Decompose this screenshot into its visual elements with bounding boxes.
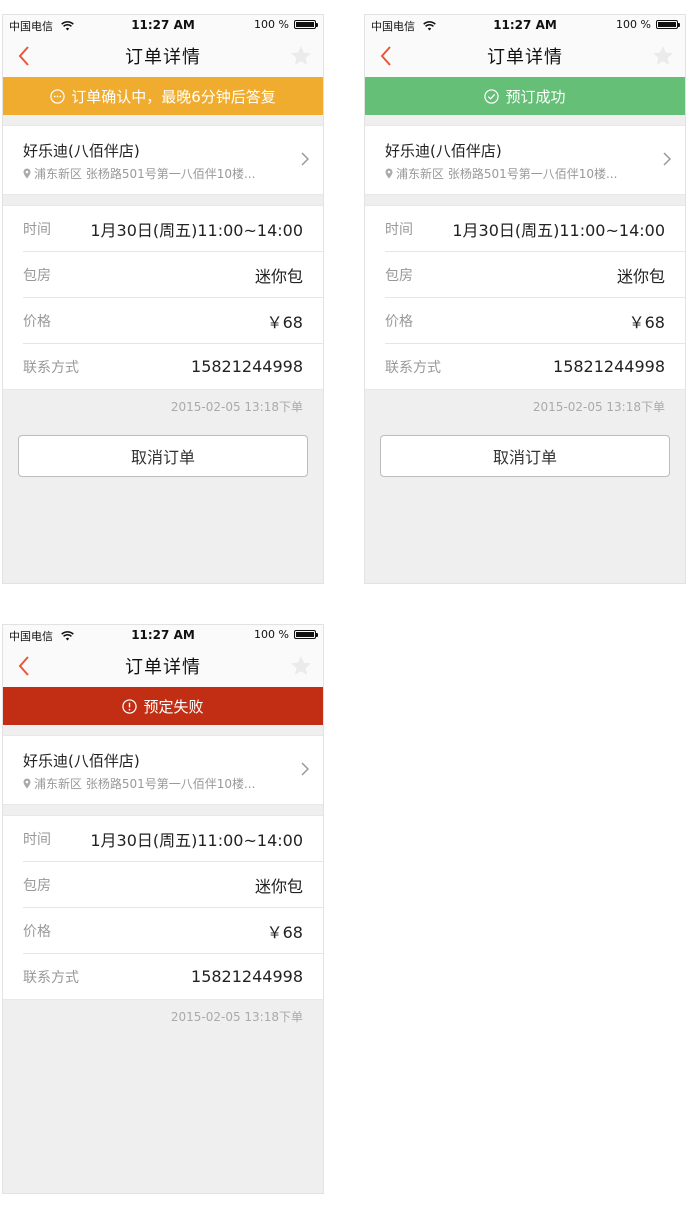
info-value: 1月30日(周五)11:00~14:00	[90, 220, 303, 240]
battery-icon	[294, 630, 318, 639]
phone-screen-failed: 中国电信 11:27 AM 100 % 订单详情 预定失败 好乐迪(八佰伴店) …	[2, 624, 324, 1194]
chevron-left-icon	[18, 656, 29, 676]
cancel-order-button[interactable]: 取消订单	[380, 435, 670, 477]
nav-bar: 订单详情	[3, 35, 323, 77]
chevron-left-icon	[380, 46, 391, 66]
info-value: 迷你包	[616, 266, 665, 286]
info-row-room: 包房 迷你包	[23, 252, 323, 298]
star-icon[interactable]	[289, 654, 313, 678]
shop-card[interactable]: 好乐迪(八佰伴店) 浦东新区 张杨路501号第一八佰伴10楼...	[3, 125, 323, 195]
info-label: 价格	[23, 923, 51, 940]
nav-bar: 订单详情	[365, 35, 685, 77]
info-row-time: 时间 1月30日(周五)11:00~14:00	[23, 816, 323, 862]
info-row-contact: 联系方式 15821244998	[385, 344, 685, 389]
shop-name: 好乐迪(八佰伴店)	[385, 142, 502, 160]
check-circle-icon	[484, 88, 500, 104]
shop-address: 浦东新区 张杨路501号第一八佰伴10楼...	[385, 165, 617, 182]
star-icon[interactable]	[651, 44, 675, 68]
battery-icon	[294, 20, 318, 29]
back-button[interactable]	[11, 653, 37, 679]
chevron-right-icon	[301, 152, 309, 166]
info-label: 包房	[385, 267, 413, 284]
info-label: 价格	[385, 313, 413, 330]
exclamation-circle-icon	[122, 698, 138, 714]
cancel-order-button[interactable]: 取消订单	[18, 435, 308, 477]
shop-address: 浦东新区 张杨路501号第一八佰伴10楼...	[23, 165, 255, 182]
info-value: 15821244998	[191, 967, 303, 986]
info-label: 时间	[385, 221, 413, 238]
shop-address-text: 浦东新区 张杨路501号第一八佰伴10楼...	[34, 777, 256, 791]
order-timestamp: 2015-02-05 13:18下单	[532, 400, 665, 414]
info-row-contact: 联系方式 15821244998	[23, 954, 323, 999]
location-pin-icon	[23, 168, 31, 179]
star-icon[interactable]	[289, 44, 313, 68]
info-label: 包房	[23, 267, 51, 284]
info-value: ￥68	[266, 312, 303, 332]
battery-percent: 100 %	[254, 628, 289, 641]
info-value: ￥68	[266, 922, 303, 942]
info-row-room: 包房 迷你包	[23, 862, 323, 908]
shop-name: 好乐迪(八佰伴店)	[23, 142, 140, 160]
info-row-price: 价格 ￥68	[385, 298, 685, 344]
info-value: 迷你包	[254, 266, 303, 286]
page-title: 订单详情	[125, 47, 201, 68]
chevron-right-icon	[663, 152, 671, 166]
info-label: 包房	[23, 877, 51, 894]
info-label: 联系方式	[23, 969, 79, 986]
phone-screen-success: 中国电信 11:27 AM 100 % 订单详情 预订成功 好乐迪(八佰伴店) …	[364, 14, 686, 584]
info-value: 15821244998	[553, 357, 665, 376]
status-banner: 预订成功	[365, 77, 685, 115]
shop-address-text: 浦东新区 张杨路501号第一八佰伴10楼...	[396, 167, 618, 181]
info-label: 联系方式	[23, 359, 79, 376]
banner-text: 预定失败	[143, 697, 204, 716]
info-label: 价格	[23, 313, 51, 330]
info-label: 时间	[23, 221, 51, 238]
shop-name: 好乐迪(八佰伴店)	[23, 752, 140, 770]
battery-percent: 100 %	[254, 18, 289, 31]
info-label: 时间	[23, 831, 51, 848]
info-value: ￥68	[628, 312, 665, 332]
info-row-room: 包房 迷你包	[385, 252, 685, 298]
status-bar: 中国电信 11:27 AM 100 %	[3, 15, 323, 35]
back-button[interactable]	[11, 43, 37, 69]
shop-card[interactable]: 好乐迪(八佰伴店) 浦东新区 张杨路501号第一八佰伴10楼...	[3, 735, 323, 805]
order-info-card: 时间 1月30日(周五)11:00~14:00 包房 迷你包 价格 ￥68 联系…	[3, 815, 323, 1000]
battery-percent: 100 %	[616, 18, 651, 31]
ellipsis-circle-icon	[50, 88, 65, 104]
info-row-price: 价格 ￥68	[23, 298, 323, 344]
location-pin-icon	[23, 778, 31, 789]
chevron-right-icon	[301, 762, 309, 776]
order-timestamp: 2015-02-05 13:18下单	[170, 1010, 303, 1024]
info-value: 1月30日(周五)11:00~14:00	[90, 830, 303, 850]
status-bar: 中国电信 11:27 AM 100 %	[3, 625, 323, 645]
shop-address: 浦东新区 张杨路501号第一八佰伴10楼...	[23, 775, 255, 792]
chevron-left-icon	[18, 46, 29, 66]
order-info-card: 时间 1月30日(周五)11:00~14:00 包房 迷你包 价格 ￥68 联系…	[3, 205, 323, 390]
phone-screen-pending: 中国电信 11:27 AM 100 % 订单详情 订单确认中，最晚6分钟后答复 …	[2, 14, 324, 584]
info-row-contact: 联系方式 15821244998	[23, 344, 323, 389]
info-label: 联系方式	[385, 359, 441, 376]
banner-text: 订单确认中，最晚6分钟后答复	[71, 87, 276, 106]
status-banner: 订单确认中，最晚6分钟后答复	[3, 77, 323, 115]
info-value: 15821244998	[191, 357, 303, 376]
info-row-time: 时间 1月30日(周五)11:00~14:00	[385, 206, 685, 252]
location-pin-icon	[385, 168, 393, 179]
back-button[interactable]	[373, 43, 399, 69]
status-banner: 预定失败	[3, 687, 323, 725]
info-value: 迷你包	[254, 876, 303, 896]
page-title: 订单详情	[125, 657, 201, 678]
shop-card[interactable]: 好乐迪(八佰伴店) 浦东新区 张杨路501号第一八佰伴10楼...	[365, 125, 685, 195]
nav-bar: 订单详情	[3, 645, 323, 687]
order-timestamp: 2015-02-05 13:18下单	[170, 400, 303, 414]
banner-text: 预订成功	[505, 87, 566, 106]
order-info-card: 时间 1月30日(周五)11:00~14:00 包房 迷你包 价格 ￥68 联系…	[365, 205, 685, 390]
info-row-time: 时间 1月30日(周五)11:00~14:00	[23, 206, 323, 252]
info-row-price: 价格 ￥68	[23, 908, 323, 954]
battery-icon	[656, 20, 680, 29]
shop-address-text: 浦东新区 张杨路501号第一八佰伴10楼...	[34, 167, 256, 181]
info-value: 1月30日(周五)11:00~14:00	[452, 220, 665, 240]
status-bar: 中国电信 11:27 AM 100 %	[365, 15, 685, 35]
page-title: 订单详情	[487, 47, 563, 68]
